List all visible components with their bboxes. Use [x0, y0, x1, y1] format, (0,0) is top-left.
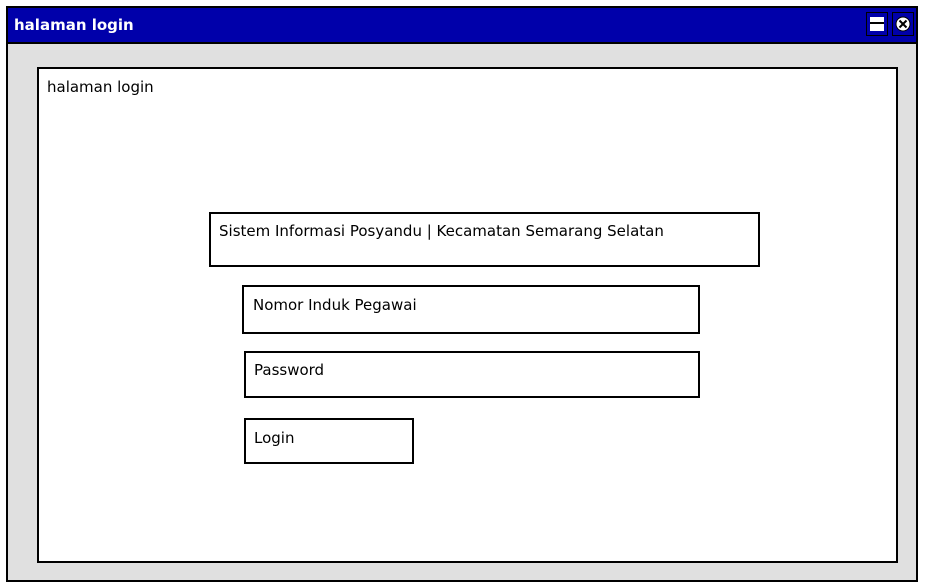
nip-input[interactable]: Nomor Induk Pegawai: [242, 285, 700, 334]
login-button-label: Login: [254, 429, 295, 447]
nip-input-label: Nomor Induk Pegawai: [253, 296, 417, 314]
login-button[interactable]: Login: [244, 418, 414, 464]
window-title: halaman login: [14, 16, 134, 34]
login-window: halaman login halaman login Sistem Infor…: [6, 6, 918, 582]
panel-title: halaman login: [47, 78, 154, 96]
maximize-button[interactable]: [866, 12, 888, 36]
app-header-text: Sistem Informasi Posyandu | Kecamatan Se…: [219, 222, 664, 240]
password-input-label: Password: [254, 361, 325, 379]
password-input[interactable]: Password: [244, 351, 700, 398]
close-button[interactable]: [892, 12, 914, 36]
title-bar[interactable]: halaman login: [8, 8, 916, 44]
app-header-box: Sistem Informasi Posyandu | Kecamatan Se…: [209, 212, 760, 267]
login-panel: halaman login Sistem Informasi Posyandu …: [37, 67, 898, 563]
